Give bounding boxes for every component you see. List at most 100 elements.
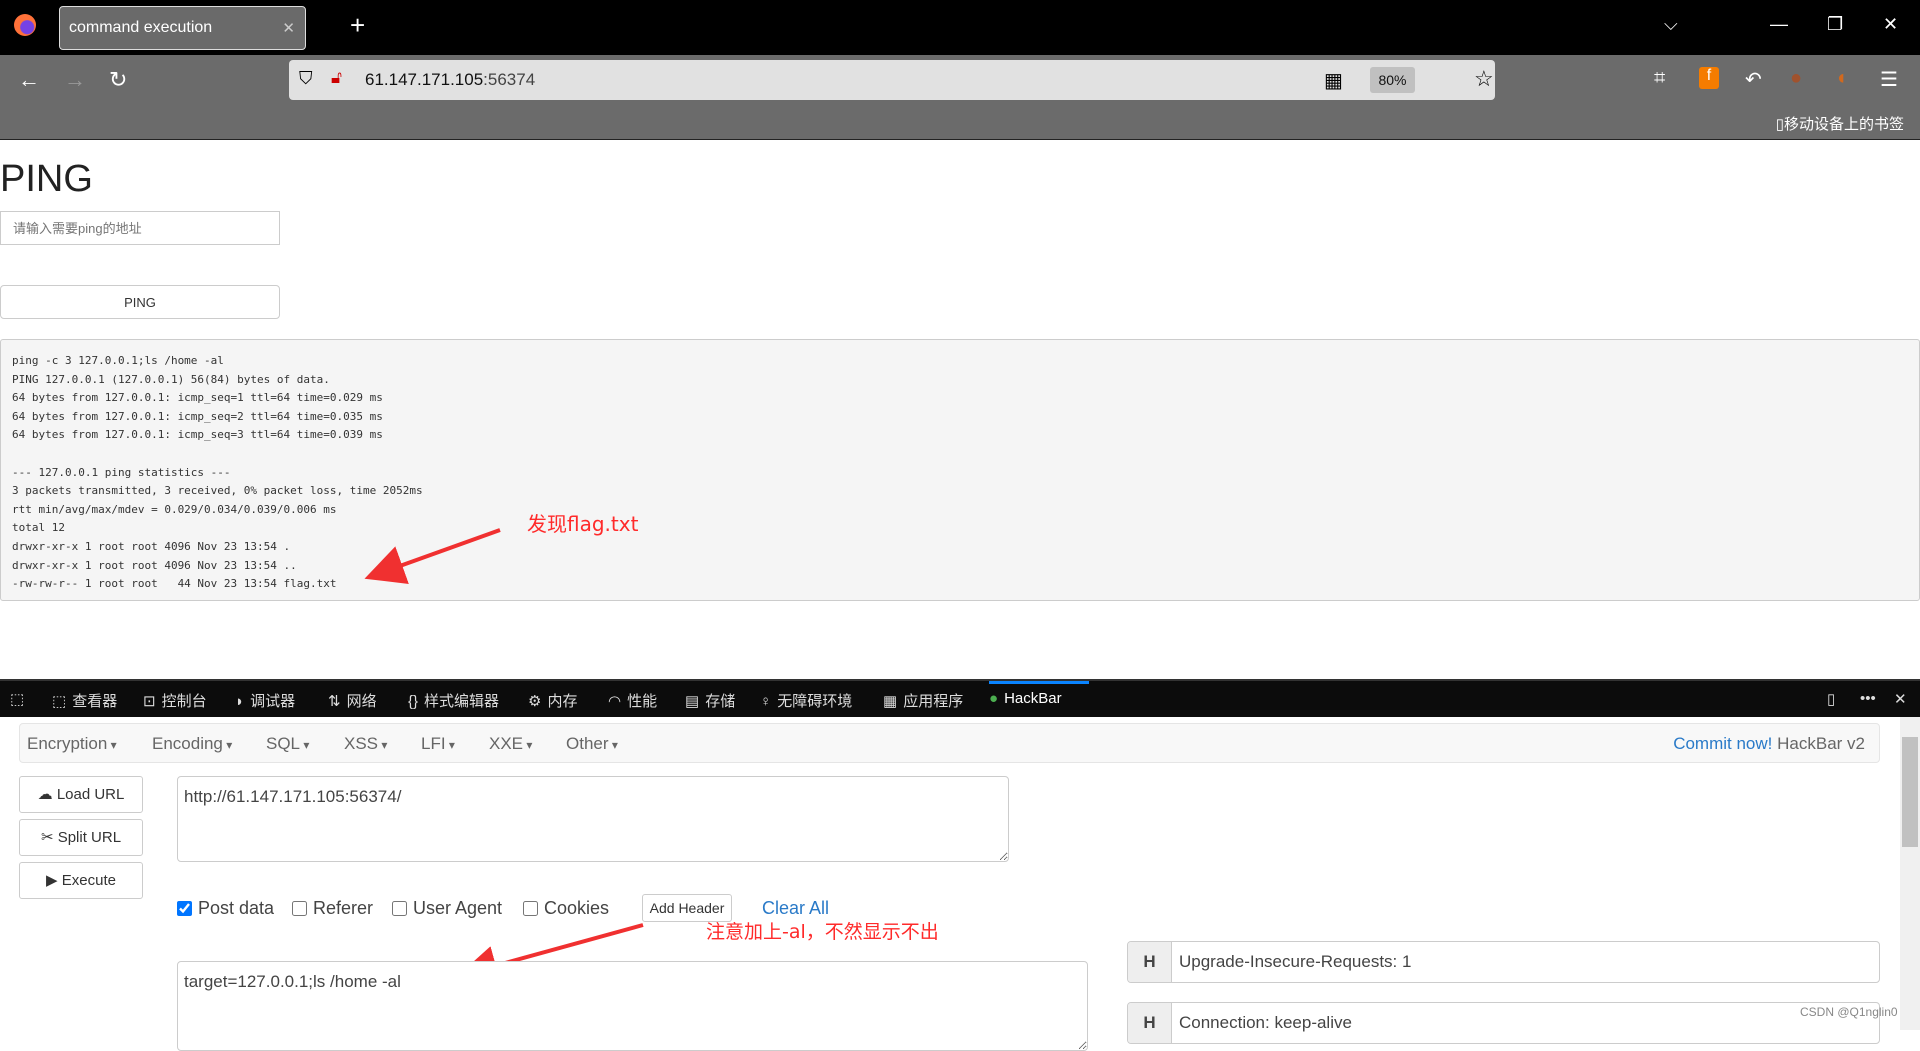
ping-button[interactable]: PING [0, 285, 280, 319]
qr-code-icon[interactable]: ▦ [1324, 68, 1343, 93]
phone-icon: ▯ [1775, 116, 1784, 133]
element-picker-icon[interactable]: ⬚ [10, 690, 24, 708]
close-window-icon[interactable]: ✕ [1883, 14, 1898, 35]
execute-button[interactable]: ▶︎ Execute [19, 862, 143, 899]
active-tab-indicator [989, 681, 1089, 684]
output-line: --- 127.0.0.1 ping statistics --- [12, 465, 231, 479]
devtools-tab[interactable]: ⚙ 内存 [528, 690, 577, 711]
output-line: 64 bytes from 127.0.0.1: icmp_seq=2 ttl=… [12, 409, 383, 423]
hackbar-menu-item[interactable]: Other [566, 734, 618, 754]
devtools-tab-icon: {} [408, 693, 419, 710]
split-url-button[interactable]: ✂︎ Split URL [19, 819, 143, 856]
devtools-tab-icon: ▤ [685, 693, 700, 710]
annotation-flag: 发现flag.txt [527, 512, 639, 536]
header-row[interactable]: H Upgrade-Insecure-Requests: 1 [1127, 941, 1880, 983]
devtools-tab-icon: ◠ [608, 693, 622, 710]
crop-icon[interactable]: ⌗ [1654, 67, 1665, 90]
devtools-tab-icon: ⬚ [52, 693, 67, 710]
load-url-button[interactable]: ☁︎ Load URL [19, 776, 143, 813]
more-icon[interactable]: ••• [1860, 690, 1876, 707]
restore-icon[interactable]: ❐ [1827, 14, 1843, 35]
devtools-tab[interactable]: {} 样式编辑器 [408, 690, 499, 711]
hackbar-menu-item[interactable]: XXE [489, 734, 532, 754]
output-line: drwxr-xr-x 1 root root 4096 Nov 23 13:54… [12, 539, 291, 553]
url-host: 61.147.171.105 [365, 70, 484, 89]
browser-tab[interactable]: command execution ✕ [59, 6, 306, 50]
output-line: total 12 [12, 521, 65, 535]
bookmark-star-icon[interactable]: ☆ [1474, 66, 1494, 92]
extension-icon[interactable]: ◖ [1835, 67, 1847, 90]
output-line: drwxr-xr-x 1 root root 4096 Nov 23 13:54… [12, 558, 297, 572]
post-data-textarea[interactable] [177, 961, 1088, 1051]
new-tab-button[interactable]: + [350, 10, 365, 41]
close-devtools-icon[interactable]: ✕ [1894, 690, 1907, 708]
devtools-tab-icon: ⊡ [143, 693, 156, 710]
reload-icon[interactable]: ↻ [109, 67, 127, 93]
hackbar-menu-item[interactable]: SQL [266, 734, 309, 754]
forward-icon[interactable]: → [64, 67, 86, 93]
mobile-bookmarks[interactable]: ▯移动设备上的书签 [1776, 113, 1904, 134]
devtools-tab[interactable]: ◠ 性能 [608, 690, 657, 711]
output-line: PING 127.0.0.1 (127.0.0.1) 56(84) bytes … [12, 372, 330, 386]
devtools-tab[interactable]: ⊡ 控制台 [143, 690, 207, 711]
header-row[interactable]: H Connection: keep-alive [1127, 1002, 1880, 1044]
scissors-icon: ✂︎ [40, 829, 54, 846]
option-checkbox[interactable]: Referer [292, 898, 373, 919]
hackbar-menu-item[interactable]: XSS [344, 734, 387, 754]
url-textarea[interactable] [177, 776, 1009, 862]
header-value[interactable]: Upgrade-Insecure-Requests: 1 [1172, 942, 1418, 982]
checkbox[interactable] [177, 901, 192, 916]
url-port: :56374 [483, 70, 536, 89]
output-line: -rw-rw-r-- 1 root root 44 Nov 23 13:54 f… [12, 577, 337, 591]
tab-list-icon[interactable]: ⌵ [1664, 14, 1678, 35]
clear-all-link[interactable]: Clear All [762, 898, 829, 919]
output-line: ping -c 3 127.0.0.1;ls /home -al [12, 354, 224, 367]
devtools-tab[interactable]: ▤ 存储 [685, 690, 735, 711]
insecure-lock-icon[interactable]: 🔓︎ [331, 68, 342, 88]
scrollbar[interactable] [1900, 717, 1920, 1030]
hackbar-menu: Commit now! HackBar v2 Encryption Encodin… [19, 723, 1880, 763]
output-line: 64 bytes from 127.0.0.1: icmp_seq=1 ttl=… [12, 391, 383, 405]
zoom-level[interactable]: 80% [1370, 67, 1415, 93]
close-tab-icon[interactable]: ✕ [282, 19, 295, 37]
cookie-icon[interactable]: ● [1790, 67, 1802, 90]
back-icon[interactable]: ← [18, 67, 40, 93]
checkbox[interactable] [392, 901, 407, 916]
ping-address-input[interactable] [0, 211, 280, 245]
flash-icon[interactable]: f [1699, 67, 1719, 89]
hackbar-menu-item[interactable]: Encoding [152, 734, 232, 754]
devtools-tab[interactable]: ⇅ 网络 [328, 690, 377, 711]
minimize-icon[interactable]: — [1770, 14, 1788, 35]
tab-bar: command execution ✕ + ⌵ — ❐ ✕ [0, 0, 1920, 55]
option-checkbox[interactable]: User Agent [392, 898, 502, 919]
devtools-tab[interactable]: ● HackBar [989, 690, 1062, 707]
hackbar-menu-item[interactable]: LFI [421, 734, 455, 754]
devtools-tab[interactable]: ♀ 无障碍环境 [760, 690, 852, 711]
option-checkbox[interactable]: Post data [177, 898, 274, 919]
checkbox[interactable] [523, 901, 538, 916]
devtools-tab[interactable]: ▦ 应用程序 [883, 690, 963, 711]
url-bar[interactable]: ⛉ 🔓︎ 61.147.171.105:56374 ▦ 80% ☆ [289, 60, 1495, 100]
devtools-tab[interactable]: ⬚ 查看器 [52, 690, 117, 711]
undo-icon[interactable]: ↶ [1745, 67, 1762, 92]
commit-link[interactable]: Commit now! [1673, 734, 1772, 753]
option-checkbox[interactable]: Cookies [523, 898, 609, 919]
header-value[interactable]: Connection: keep-alive [1172, 1003, 1359, 1043]
menu-icon[interactable]: ☰ [1880, 67, 1898, 92]
checkbox[interactable] [292, 901, 307, 916]
devtools-tab-icon: ⇅ [328, 693, 341, 710]
header-tag: H [1128, 942, 1172, 982]
hackbar-menu-item[interactable]: Encryption [27, 734, 117, 754]
devtools-toolbar: ⬚ ▯ ••• ✕ ⬚ 查看器 ⊡ 控制台 ◗ 调试器 ⇅ 网络 {} 样式编辑器 ⚙ 内存 ◠ 性能 ▤ 存… [0, 679, 1920, 717]
responsive-icon[interactable]: ▯ [1827, 690, 1835, 708]
shield-icon[interactable]: ⛉ [299, 68, 313, 89]
output-line: 3 packets transmitted, 3 received, 0% pa… [12, 484, 423, 498]
scrollbar-thumb[interactable] [1902, 737, 1918, 847]
devtools-tab-icon: ♀ [760, 693, 772, 710]
page-title: PING [0, 158, 93, 200]
devtools-tab-icon: ● [989, 690, 999, 707]
play-icon: ▶︎ [46, 872, 58, 889]
header-tag: H [1128, 1003, 1172, 1043]
devtools-tab[interactable]: ◗ 调试器 [235, 690, 295, 711]
